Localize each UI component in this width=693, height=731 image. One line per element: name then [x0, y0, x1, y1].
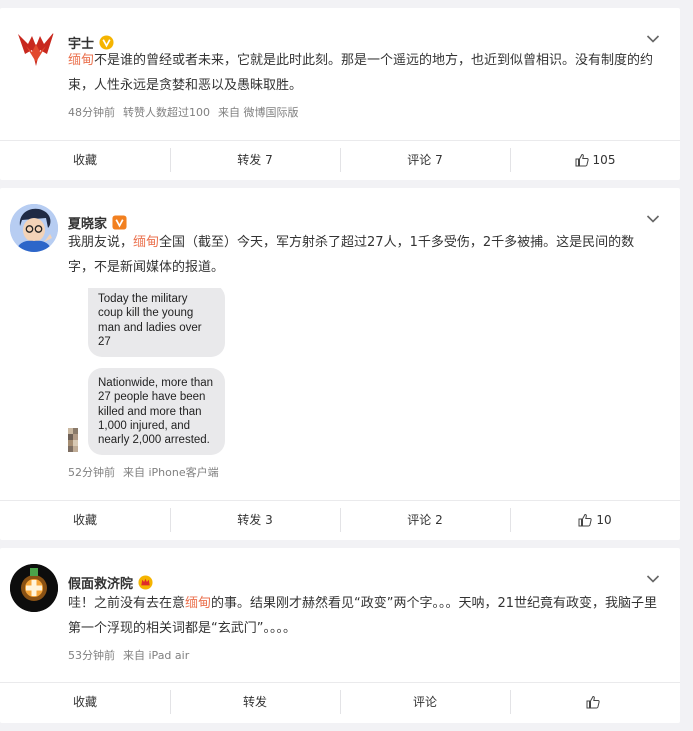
post-text: 缅甸不是谁的曾经或者未来，它就是此时此刻。那是一个遥远的地方，也近到似曾相识。没…	[68, 53, 654, 93]
author-name[interactable]: 夏晓家	[68, 213, 107, 232]
avatar[interactable]	[10, 564, 58, 612]
post-time[interactable]: 53分钟前	[68, 649, 115, 662]
comment-button[interactable]: 评论 7	[340, 141, 510, 179]
orange-verified-badge-icon	[112, 214, 127, 230]
comment-button[interactable]: 评论 2	[340, 501, 510, 539]
repost-count-note: 转赞人数超过100	[123, 106, 210, 119]
weibo-post-card: 宇士 缅甸不是谁的曾经或者未来，它就是此时此刻。那是一个遥远的地方，也近到似曾相…	[0, 8, 680, 180]
action-bar: 收藏 转发 评论	[0, 682, 680, 720]
post-time[interactable]: 48分钟前	[68, 106, 115, 119]
like-button[interactable]: 105	[510, 141, 680, 179]
weibo-post-card: 夏晓家 我朋友说，缅甸全国（截至）今天，军方射杀了超过27人，1千多受伤，2千多…	[0, 188, 680, 540]
crown-badge-icon	[138, 574, 153, 590]
message-bubble: Today the military coup kill the young m…	[88, 288, 225, 358]
action-bar: 收藏 转发 3 评论 2 10	[0, 500, 680, 538]
weibo-post-card: 假面救济院 哇！之前没有去在意缅甸的事。结果刚才赫然看见“政变”两个字。。。天呐…	[0, 548, 680, 723]
author-name[interactable]: 假面救济院	[68, 573, 133, 592]
keyword-link[interactable]: 缅甸	[185, 596, 211, 611]
like-button[interactable]	[510, 683, 680, 721]
post-source[interactable]: 来自 iPad air	[123, 649, 189, 662]
chevron-down-icon[interactable]	[646, 214, 660, 224]
comment-button[interactable]: 评论	[340, 683, 510, 721]
repost-button[interactable]: 转发 3	[170, 501, 340, 539]
collect-button[interactable]: 收藏	[0, 501, 170, 539]
repost-button[interactable]: 转发 7	[170, 141, 340, 179]
red-flame-logo-icon	[18, 32, 54, 66]
post-meta: 53分钟前 来自 iPad air	[68, 647, 197, 663]
collect-button[interactable]: 收藏	[0, 683, 170, 721]
embedded-screenshot[interactable]: Today the military coup kill the young m…	[68, 288, 228, 455]
repost-button[interactable]: 转发	[170, 683, 340, 721]
cartoon-avatar-icon	[10, 204, 58, 252]
keyword-link[interactable]: 缅甸	[68, 53, 94, 68]
post-time[interactable]: 52分钟前	[68, 466, 115, 479]
action-bar: 收藏 转发 7 评论 7 105	[0, 140, 680, 178]
avatar[interactable]	[10, 204, 58, 252]
post-source[interactable]: 来自 微博国际版	[218, 106, 299, 119]
post-meta: 52分钟前 来自 iPhone客户端	[68, 464, 227, 480]
thumbs-up-icon	[578, 513, 593, 526]
like-button[interactable]: 10	[510, 501, 680, 539]
post-source[interactable]: 来自 iPhone客户端	[123, 466, 219, 479]
glowing-cross-avatar-icon	[10, 564, 58, 612]
thumbs-up-icon	[586, 695, 600, 708]
blurred-avatar-icon	[68, 428, 78, 452]
thumbs-up-icon	[575, 153, 589, 166]
keyword-link[interactable]: 缅甸	[133, 235, 159, 250]
chevron-down-icon[interactable]	[646, 34, 660, 44]
chevron-down-icon[interactable]	[646, 574, 660, 584]
collect-button[interactable]: 收藏	[0, 141, 170, 179]
post-text: 我朋友说，缅甸全国（截至）今天，军方射杀了超过27人，1千多受伤，2千多被捕。这…	[68, 235, 635, 275]
avatar[interactable]	[10, 24, 58, 72]
post-text: 哇！之前没有去在意缅甸的事。结果刚才赫然看见“政变”两个字。。。天呐，21世纪竟…	[68, 596, 658, 636]
message-bubble: Nationwide, more than 27 people have bee…	[88, 368, 225, 455]
post-meta: 48分钟前 转赞人数超过100 来自 微博国际版	[68, 104, 307, 120]
